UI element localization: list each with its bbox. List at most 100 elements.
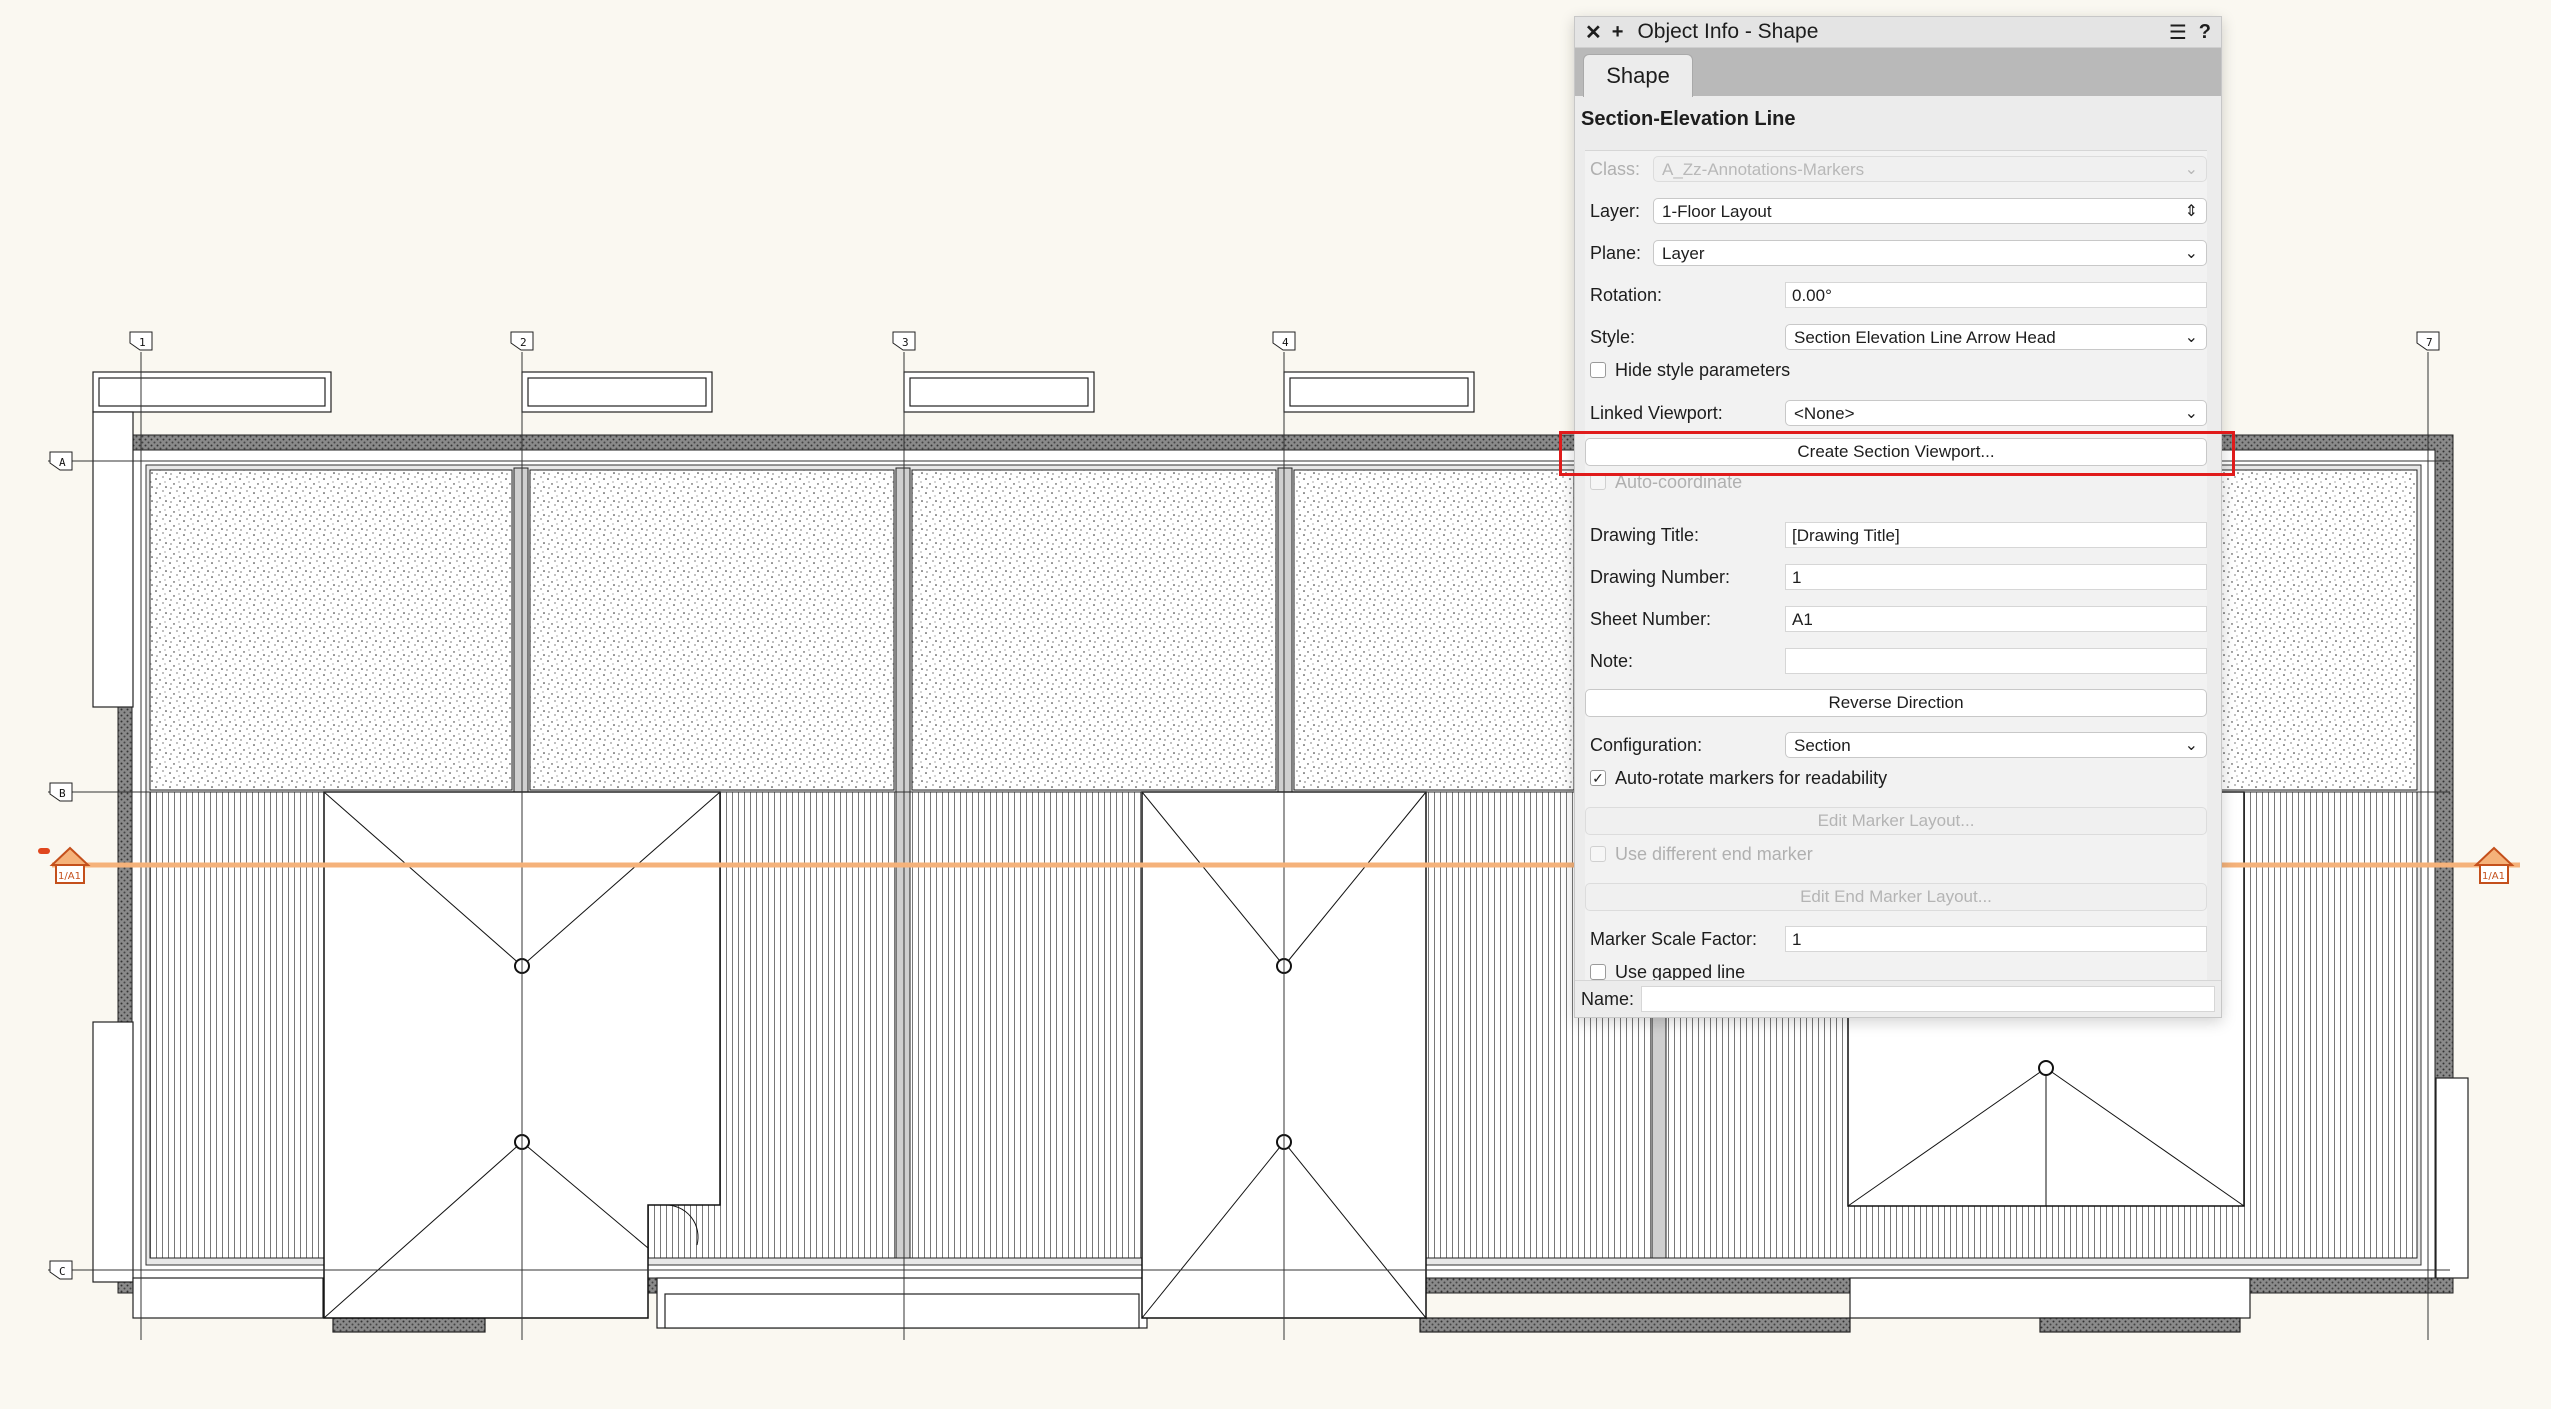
layer-row: Layer: 1-Floor Layout ⇕ — [1585, 195, 2207, 227]
linked-viewport-value: <None> — [1794, 404, 1855, 423]
grid-bubble-a[interactable]: A — [49, 451, 73, 471]
grid-bubble-1[interactable]: 1 — [129, 331, 153, 351]
gapped-line-checkbox[interactable] — [1590, 964, 1606, 980]
reverse-direction-button[interactable]: Reverse Direction — [1585, 689, 2207, 717]
grid-label-1: 1 — [139, 336, 146, 349]
edit-end-marker-layout-button[interactable]: Edit End Marker Layout... — [1585, 883, 2207, 911]
hide-style-label: Hide style parameters — [1615, 360, 1791, 380]
tab-shape[interactable]: Shape — [1583, 54, 1693, 97]
drawing-number-label: Drawing Number: — [1590, 567, 1731, 587]
grid-bubble-b[interactable]: B — [49, 782, 73, 802]
gapped-line-label: Use gapped line — [1615, 962, 1746, 981]
different-end-marker-label: Use different end marker — [1615, 844, 1813, 864]
sheet-number-label: Sheet Number: — [1590, 609, 1712, 629]
grid-label-a: A — [59, 456, 66, 469]
plane-dropdown[interactable]: Layer ⌄ — [1653, 240, 2207, 266]
drawing-title-input[interactable]: [Drawing Title] — [1785, 522, 2207, 548]
rotation-label: Rotation: — [1590, 285, 1663, 305]
note-label: Note: — [1590, 651, 1634, 671]
chevron-down-icon: ⌄ — [2184, 245, 2198, 262]
grid-bubble-7[interactable]: 7 — [2416, 331, 2440, 351]
object-info-palette[interactable]: ✕ + Object Info - Shape ☰ ? Shape Sectio… — [1574, 16, 2222, 1018]
grid-bubble-c[interactable]: C — [49, 1260, 73, 1280]
linked-viewport-row: Linked Viewport: <None> ⌄ — [1585, 397, 2207, 429]
section-marker-right-label: 1/A1 — [2482, 871, 2505, 882]
auto-rotate-row: ✓ Auto-rotate markers for readability — [1585, 763, 2207, 795]
section-marker-right[interactable]: 1/A1 — [2473, 846, 2515, 884]
grid-bubble-2[interactable]: 2 — [510, 331, 534, 351]
highlight-box — [1559, 431, 2235, 476]
edit-end-marker-layout-row: Edit End Marker Layout... — [1585, 881, 2207, 913]
grid-label-3: 3 — [902, 336, 909, 349]
parameters-panel[interactable]: Class: A_Zz-Annotations-Markers ⌄ Layer:… — [1585, 150, 2207, 981]
class-label: Class: — [1590, 159, 1641, 179]
grid-bubble-3[interactable]: 3 — [892, 331, 916, 351]
section-marker-left-label: 1/A1 — [58, 871, 81, 882]
chevron-down-icon: ⌄ — [2184, 737, 2198, 754]
grid-label-7: 7 — [2426, 336, 2433, 349]
plane-row: Plane: Layer ⌄ — [1585, 237, 2207, 269]
hide-style-row: Hide style parameters — [1585, 355, 2207, 387]
sheet-number-row: Sheet Number: A1 — [1585, 603, 2207, 635]
grid-label-b: B — [59, 787, 66, 800]
edit-marker-layout-button[interactable]: Edit Marker Layout... — [1585, 807, 2207, 835]
style-dropdown[interactable]: Section Elevation Line Arrow Head ⌄ — [1785, 324, 2207, 350]
linked-viewport-label: Linked Viewport: — [1590, 403, 1723, 423]
object-type-title: Section-Elevation Line — [1581, 108, 1796, 130]
name-label: Name: — [1581, 989, 1635, 1009]
palette-title: Object Info - Shape — [1637, 20, 1819, 43]
rotation-input[interactable]: 0.00° — [1785, 282, 2207, 308]
linked-viewport-dropdown[interactable]: <None> ⌄ — [1785, 400, 2207, 426]
grid-label-4: 4 — [1282, 336, 1289, 349]
auto-coordinate-checkbox[interactable] — [1590, 474, 1606, 490]
grid-label-c: C — [59, 1265, 66, 1278]
auto-rotate-checkbox[interactable]: ✓ — [1590, 770, 1606, 786]
plane-label: Plane: — [1590, 243, 1642, 263]
drawing-title-row: Drawing Title: [Drawing Title] — [1585, 519, 2207, 551]
help-icon[interactable]: ? — [2199, 21, 2211, 44]
note-input[interactable] — [1785, 648, 2207, 674]
marker-scale-input[interactable]: 1 — [1785, 926, 2207, 952]
layer-dropdown[interactable]: 1-Floor Layout ⇕ — [1653, 198, 2207, 224]
drawing-number-input[interactable]: 1 — [1785, 564, 2207, 590]
palette-title-bar[interactable]: ✕ + Object Info - Shape ☰ ? — [1575, 17, 2221, 48]
different-end-marker-checkbox[interactable] — [1590, 846, 1606, 862]
drawing-number-row: Drawing Number: 1 — [1585, 561, 2207, 593]
different-end-marker-row: Use different end marker — [1585, 839, 2207, 871]
selection-handle[interactable] — [38, 848, 50, 854]
menu-icon[interactable]: ☰ — [2169, 20, 2187, 45]
class-row: Class: A_Zz-Annotations-Markers ⌄ — [1585, 153, 2207, 185]
rotation-row: Rotation: 0.00° — [1585, 279, 2207, 311]
marker-scale-row: Marker Scale Factor: 1 — [1585, 923, 2207, 955]
tab-strip: Shape — [1575, 48, 2221, 97]
configuration-label: Configuration: — [1590, 735, 1703, 755]
note-row: Note: — [1585, 645, 2207, 677]
configuration-value: Section — [1794, 736, 1851, 755]
plane-value: Layer — [1662, 244, 1705, 263]
section-marker-left[interactable]: 1/A1 — [38, 846, 91, 884]
name-input[interactable] — [1641, 986, 2215, 1012]
sheet-number-input[interactable]: A1 — [1785, 606, 2207, 632]
auto-rotate-label: Auto-rotate markers for readability — [1615, 768, 1888, 788]
layer-value: 1-Floor Layout — [1662, 202, 1772, 221]
hide-style-checkbox[interactable] — [1590, 362, 1606, 378]
close-icon[interactable]: ✕ — [1585, 20, 1602, 45]
add-icon[interactable]: + — [1612, 21, 1624, 44]
drawing-title-label: Drawing Title: — [1590, 525, 1700, 545]
name-bar: Name: — [1575, 980, 2221, 1017]
grid-label-2: 2 — [520, 336, 527, 349]
edit-marker-layout-row: Edit Marker Layout... — [1585, 805, 2207, 837]
chevron-down-icon: ⌄ — [2184, 405, 2198, 422]
gapped-line-row: Use gapped line — [1585, 957, 2207, 981]
updown-chevron-icon: ⇕ — [2184, 203, 2198, 220]
class-dropdown[interactable]: A_Zz-Annotations-Markers ⌄ — [1653, 156, 2207, 182]
layer-label: Layer: — [1590, 201, 1641, 221]
reverse-direction-row: Reverse Direction — [1585, 687, 2207, 719]
chevron-down-icon: ⌄ — [2184, 161, 2198, 178]
configuration-row: Configuration: Section ⌄ — [1585, 729, 2207, 761]
style-row: Style: Section Elevation Line Arrow Head… — [1585, 321, 2207, 353]
style-value: Section Elevation Line Arrow Head — [1794, 328, 2056, 347]
grid-bubble-4[interactable]: 4 — [1272, 331, 1296, 351]
chevron-down-icon: ⌄ — [2184, 329, 2198, 346]
configuration-dropdown[interactable]: Section ⌄ — [1785, 732, 2207, 758]
